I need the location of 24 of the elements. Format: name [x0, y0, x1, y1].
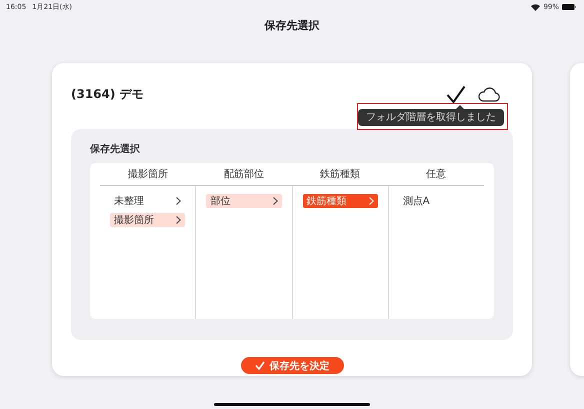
- toast-message: フォルダ階層を取得しました: [358, 109, 504, 126]
- folder-item[interactable]: 撮影箇所: [110, 213, 186, 227]
- section-label: 保存先選択: [90, 143, 141, 157]
- cloud-icon[interactable]: [478, 86, 500, 102]
- folder-item[interactable]: 部位: [206, 194, 282, 208]
- folder-item[interactable]: 未整理: [110, 194, 186, 208]
- checkmark-icon[interactable]: [446, 84, 466, 104]
- column-header: 配筋部位: [223, 168, 265, 181]
- chevron-icon: [272, 197, 278, 205]
- column-header: 任意: [425, 168, 447, 181]
- folder-item[interactable]: 測点A: [398, 194, 474, 208]
- card-title: (3164) デモ: [71, 86, 144, 102]
- checkmark-icon: [254, 361, 264, 370]
- page-title: 保存先選択: [263, 18, 320, 34]
- wifi-icon: [531, 4, 540, 10]
- confirm-button[interactable]: 保存先を決定: [240, 357, 344, 374]
- chevron-icon: [176, 197, 182, 205]
- column-header: 撮影箇所: [127, 168, 169, 181]
- tooltip-pointer: [456, 105, 464, 109]
- folder-item[interactable]: 鉄筋種類: [302, 194, 378, 208]
- column-header: 鉄筋種類: [319, 168, 361, 181]
- chevron-icon: [368, 197, 374, 205]
- battery-icon: [562, 4, 576, 10]
- chevron-icon: [176, 216, 182, 224]
